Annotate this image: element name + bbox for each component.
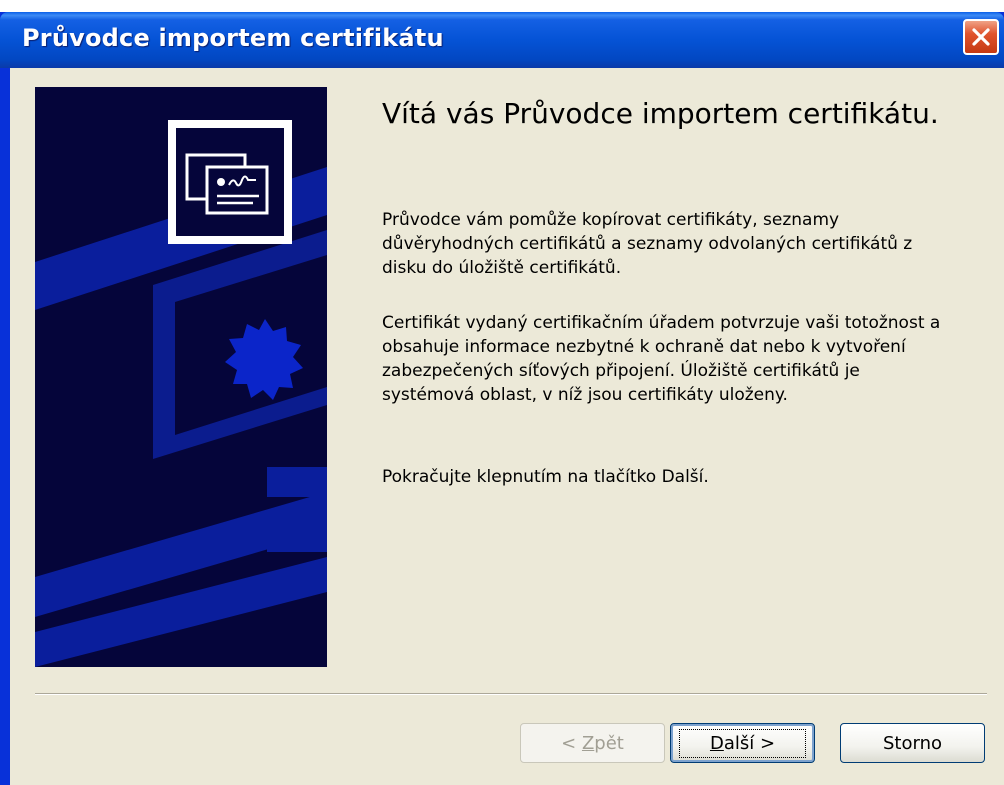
wizard-body: Vítá vás Průvodce importem certifikátu. …	[10, 68, 1004, 785]
cancel-button-label: Storno	[882, 732, 942, 754]
cancel-button[interactable]: Storno	[840, 723, 985, 763]
back-button-label: < Zpět	[561, 732, 624, 754]
certificate-icon	[168, 120, 292, 244]
wizard-banner	[35, 87, 327, 667]
banner-graphic	[35, 87, 327, 667]
continue-instruction: Pokračujte klepnutím na tlačítko Další.	[382, 467, 709, 487]
close-button[interactable]	[963, 19, 999, 55]
next-button[interactable]: Další >	[670, 723, 815, 763]
window-title: Průvodce importem certifikátu	[22, 24, 444, 52]
close-icon	[972, 28, 990, 46]
wizard-heading: Vítá vás Průvodce importem certifikátu.	[382, 97, 939, 130]
intro-paragraph: Průvodce vám pomůže kopírovat certifikát…	[382, 210, 913, 278]
wizard-window: Průvodce importem certifikátu Vítá vás P…	[0, 12, 1004, 785]
certificate-info-paragraph: Certifikát vydaný certifikačním úřadem p…	[382, 313, 941, 405]
next-button-label: Další >	[678, 728, 807, 758]
title-bar[interactable]: Průvodce importem certifikátu	[0, 12, 1004, 68]
separator-line	[35, 693, 987, 695]
back-button[interactable]: < Zpět	[520, 723, 665, 763]
